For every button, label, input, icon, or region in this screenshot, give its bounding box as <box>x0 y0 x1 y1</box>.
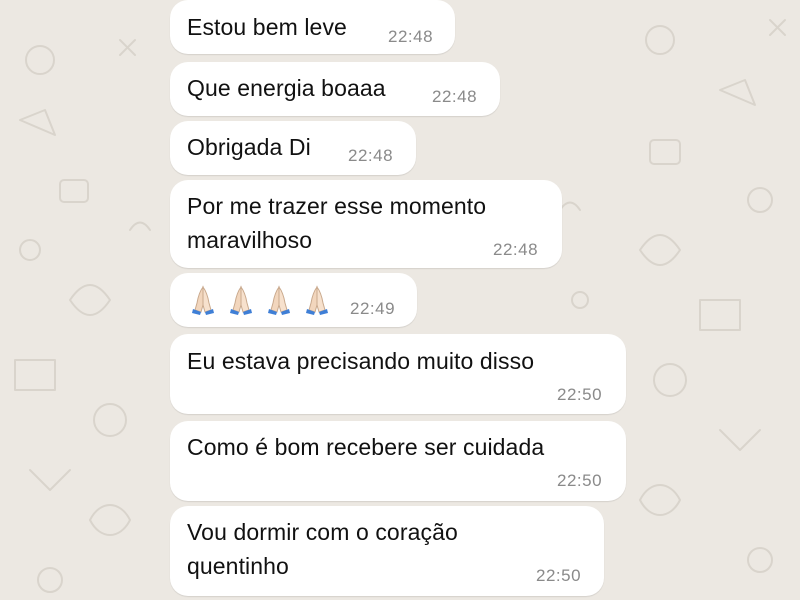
message-text: Eu estava precisando muito disso <box>187 348 535 374</box>
message-bubble[interactable]: Que energia boaaa 22:48 <box>170 62 500 116</box>
emoji-row <box>187 283 333 315</box>
message-bubble[interactable]: Eu estava precisando muito disso 22:50 <box>170 334 626 414</box>
folded-hands-icon <box>230 285 252 315</box>
folded-hands-icon <box>192 285 214 315</box>
message-text: Que energia boaaa <box>187 75 386 101</box>
message-text: Como é bom recebere ser cuidada <box>187 434 545 460</box>
message-timestamp: 22:50 <box>557 471 603 490</box>
message-timestamp: 22:48 <box>432 87 478 106</box>
message-bubble[interactable]: Como é bom recebere ser cuidada 22:50 <box>170 421 626 501</box>
message-timestamp: 22:48 <box>493 240 539 259</box>
message-timestamp: 22:48 <box>348 146 394 165</box>
message-bubble[interactable]: Estou bem leve 22:48 <box>170 0 455 54</box>
message-text: maravilhoso <box>187 227 313 253</box>
message-list[interactable]: Estou bem leve 22:48 Que energia boaaa 2… <box>0 0 800 600</box>
message-bubble[interactable]: Por me trazer esse momento maravilhoso 2… <box>170 180 562 268</box>
message-bubble[interactable]: Vou dormir com o coração quentinho 22:50 <box>170 506 604 596</box>
message-text: Obrigada Di <box>187 134 311 160</box>
message-timestamp: 22:50 <box>536 566 582 585</box>
message-bubble[interactable]: 22:49 <box>170 273 417 327</box>
message-timestamp: 22:50 <box>557 385 603 404</box>
message-timestamp: 22:48 <box>388 27 434 46</box>
folded-hands-icon <box>306 285 328 315</box>
message-timestamp: 22:49 <box>350 299 396 318</box>
folded-hands-icon <box>268 285 290 315</box>
message-bubble[interactable]: Obrigada Di 22:48 <box>170 121 416 175</box>
message-text: quentinho <box>187 553 289 579</box>
message-text: Estou bem leve <box>187 14 347 40</box>
